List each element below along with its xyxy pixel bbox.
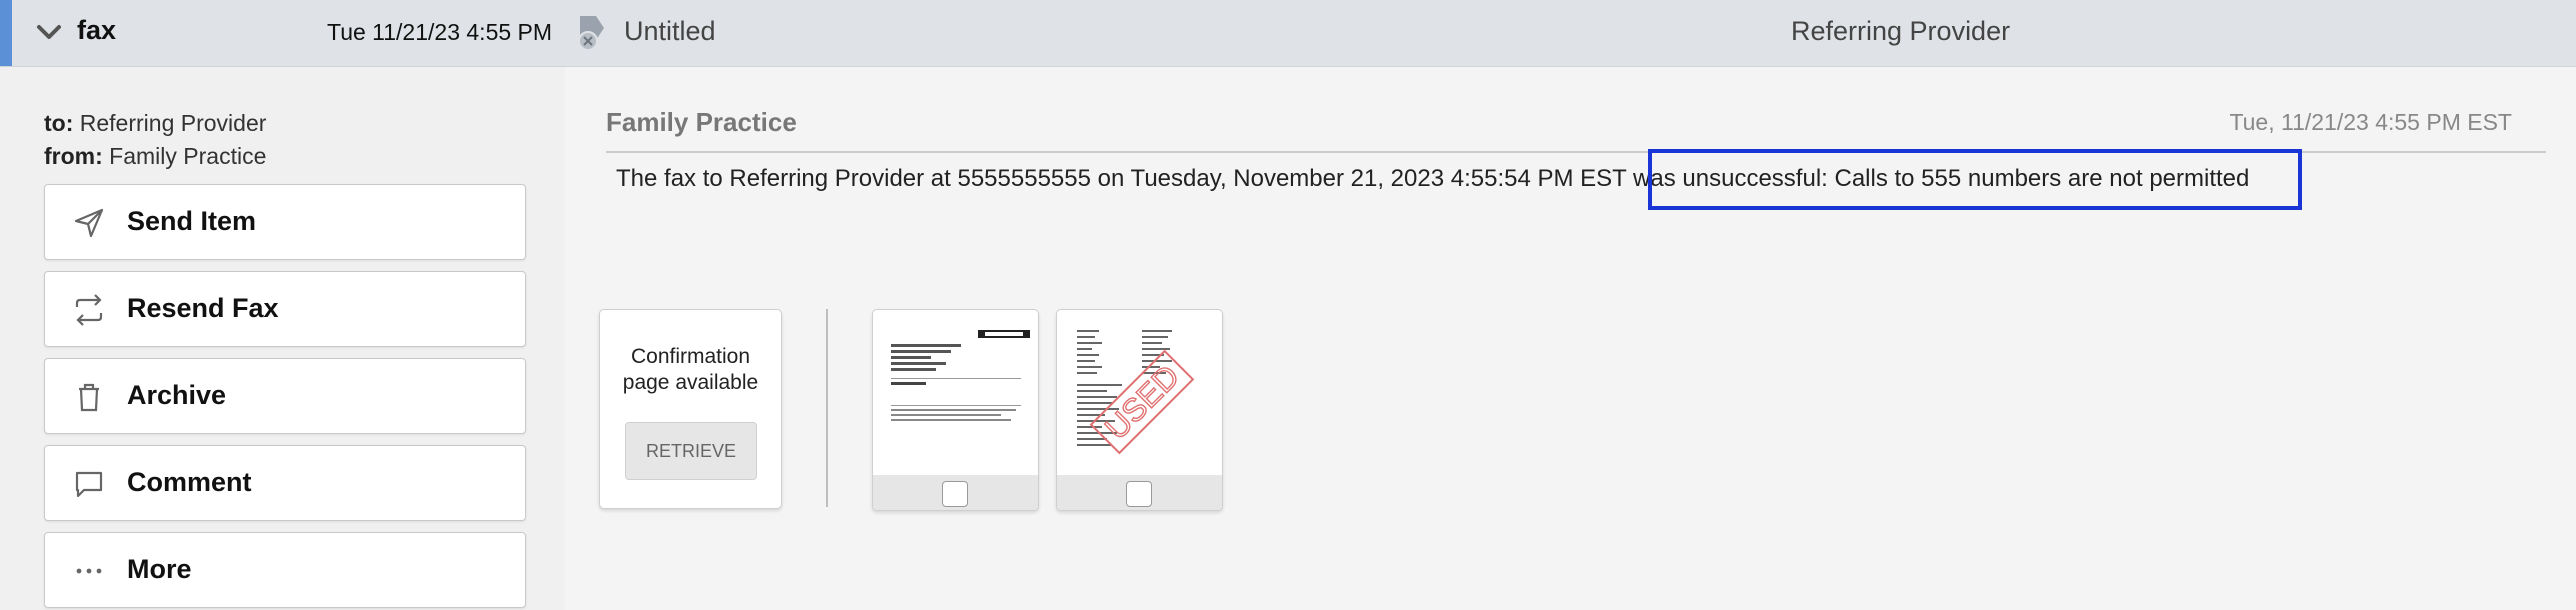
message-panel: Family Practice Tue, 11/21/23 4:55 PM ES…	[566, 67, 2576, 610]
resend-icon	[75, 294, 103, 326]
more-button[interactable]: More	[44, 532, 526, 608]
to-line: to: Referring Provider	[44, 107, 266, 140]
left-panel: to: Referring Provider from: Family Prac…	[0, 67, 565, 610]
item-date: Tue 11/21/23 4:55 PM	[327, 19, 553, 45]
attachment-thumbnail[interactable]: USED	[1056, 309, 1223, 511]
thumbnail-footer	[873, 475, 1038, 510]
item-header[interactable]: fax Tue 11/21/23 4:55 PM Untitled Referr…	[0, 0, 2576, 67]
to-value: Referring Provider	[79, 110, 267, 136]
comment-label: Comment	[127, 467, 252, 497]
trash-icon	[79, 383, 99, 412]
from-value: Family Practice	[109, 143, 267, 169]
item-kind: fax	[77, 15, 117, 45]
confirmation-card: Confirmation page available RETRIEVE	[599, 309, 782, 509]
more-label: More	[127, 554, 192, 584]
message-sender: Family Practice	[606, 107, 797, 137]
retrieve-button[interactable]: RETRIEVE	[625, 422, 757, 480]
confirmation-text: Confirmation page available	[600, 344, 781, 396]
resend-fax-label: Resend Fax	[127, 293, 279, 323]
confirmation-text-line1: Confirmation	[630, 345, 751, 368]
from-label: from:	[44, 143, 103, 169]
error-highlight-box	[1648, 149, 2302, 210]
item-recipient: Referring Provider	[1791, 16, 2011, 46]
select-checkbox[interactable]	[1126, 481, 1152, 507]
send-icon	[74, 208, 104, 238]
thumbnail-footer	[1057, 475, 1222, 510]
comment-icon	[75, 471, 103, 498]
item-subject: Untitled	[624, 16, 716, 46]
chevron-down-icon[interactable]	[36, 22, 62, 42]
confirmation-text-line2: page available	[622, 371, 759, 394]
send-item-label: Send Item	[127, 206, 257, 236]
from-line: from: Family Practice	[44, 140, 266, 173]
to-label: to:	[44, 110, 74, 136]
used-page-preview: USED	[1077, 330, 1195, 455]
send-item-button[interactable]: Send Item	[44, 184, 526, 260]
comment-button[interactable]: Comment	[44, 445, 526, 521]
more-icon	[76, 568, 102, 574]
resend-fax-button[interactable]: Resend Fax	[44, 271, 526, 347]
archive-label: Archive	[127, 380, 227, 410]
select-checkbox[interactable]	[942, 481, 968, 507]
archive-button[interactable]: Archive	[44, 358, 526, 434]
header-accent-bar	[0, 0, 12, 66]
message-date: Tue, 11/21/23 4:55 PM EST	[2229, 109, 2512, 135]
tag-icon[interactable]	[576, 14, 608, 52]
attachment-thumbnail[interactable]	[872, 309, 1039, 511]
attachments-divider	[826, 309, 828, 507]
address-meta: to: Referring Provider from: Family Prac…	[44, 107, 266, 173]
fax-cover-page-preview	[891, 330, 1030, 421]
